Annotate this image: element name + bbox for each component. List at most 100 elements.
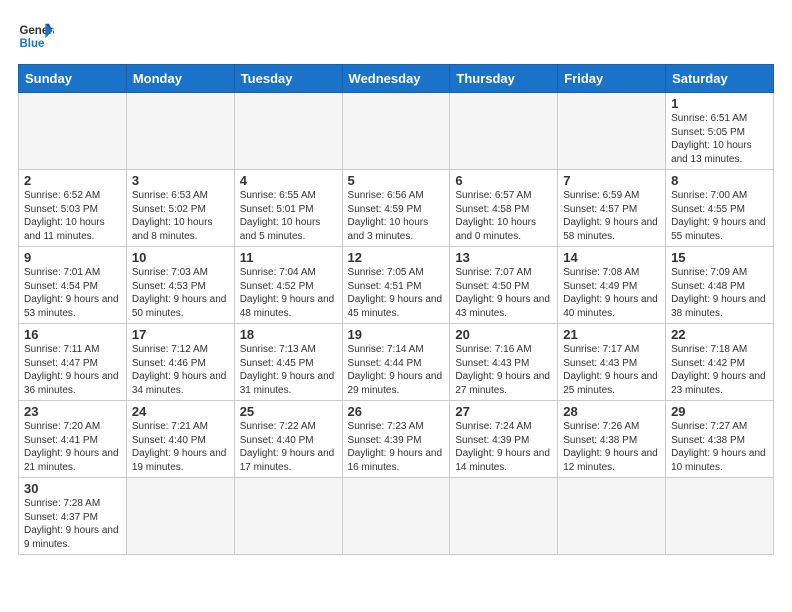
day-info: Sunrise: 7:13 AM Sunset: 4:45 PM Dayligh… <box>240 343 337 397</box>
day-info: Sunrise: 7:21 AM Sunset: 4:40 PM Dayligh… <box>132 420 229 474</box>
day-number: 18 <box>240 327 337 342</box>
day-info: Sunrise: 7:14 AM Sunset: 4:44 PM Dayligh… <box>348 343 445 397</box>
calendar-cell: 5Sunrise: 6:56 AM Sunset: 4:59 PM Daylig… <box>342 170 450 247</box>
calendar-cell: 2Sunrise: 6:52 AM Sunset: 5:03 PM Daylig… <box>19 170 127 247</box>
day-number: 16 <box>24 327 121 342</box>
calendar-cell <box>234 93 342 170</box>
calendar-cell <box>450 478 558 555</box>
day-info: Sunrise: 7:04 AM Sunset: 4:52 PM Dayligh… <box>240 266 337 320</box>
day-number: 5 <box>348 173 445 188</box>
day-number: 25 <box>240 404 337 419</box>
calendar-cell: 18Sunrise: 7:13 AM Sunset: 4:45 PM Dayli… <box>234 324 342 401</box>
calendar-cell: 26Sunrise: 7:23 AM Sunset: 4:39 PM Dayli… <box>342 401 450 478</box>
day-info: Sunrise: 7:12 AM Sunset: 4:46 PM Dayligh… <box>132 343 229 397</box>
day-number: 17 <box>132 327 229 342</box>
calendar-cell: 3Sunrise: 6:53 AM Sunset: 5:02 PM Daylig… <box>126 170 234 247</box>
calendar-cell <box>558 478 666 555</box>
day-info: Sunrise: 7:27 AM Sunset: 4:38 PM Dayligh… <box>671 420 768 474</box>
calendar-cell <box>342 93 450 170</box>
header-saturday: Saturday <box>666 65 774 93</box>
calendar-cell <box>19 93 127 170</box>
calendar-cell <box>342 478 450 555</box>
day-info: Sunrise: 7:08 AM Sunset: 4:49 PM Dayligh… <box>563 266 660 320</box>
day-number: 9 <box>24 250 121 265</box>
calendar-cell <box>666 478 774 555</box>
day-info: Sunrise: 7:17 AM Sunset: 4:43 PM Dayligh… <box>563 343 660 397</box>
day-number: 6 <box>455 173 552 188</box>
calendar-cell: 23Sunrise: 7:20 AM Sunset: 4:41 PM Dayli… <box>19 401 127 478</box>
header-sunday: Sunday <box>19 65 127 93</box>
day-number: 24 <box>132 404 229 419</box>
day-info: Sunrise: 7:23 AM Sunset: 4:39 PM Dayligh… <box>348 420 445 474</box>
day-number: 26 <box>348 404 445 419</box>
calendar-cell <box>126 478 234 555</box>
day-info: Sunrise: 7:16 AM Sunset: 4:43 PM Dayligh… <box>455 343 552 397</box>
calendar-cell: 22Sunrise: 7:18 AM Sunset: 4:42 PM Dayli… <box>666 324 774 401</box>
day-number: 29 <box>671 404 768 419</box>
calendar-cell: 29Sunrise: 7:27 AM Sunset: 4:38 PM Dayli… <box>666 401 774 478</box>
day-number: 12 <box>348 250 445 265</box>
day-number: 30 <box>24 481 121 496</box>
header-monday: Monday <box>126 65 234 93</box>
day-info: Sunrise: 6:52 AM Sunset: 5:03 PM Dayligh… <box>24 189 121 243</box>
calendar-table: Sunday Monday Tuesday Wednesday Thursday… <box>18 64 774 555</box>
day-number: 4 <box>240 173 337 188</box>
calendar-cell: 8Sunrise: 7:00 AM Sunset: 4:55 PM Daylig… <box>666 170 774 247</box>
day-info: Sunrise: 7:05 AM Sunset: 4:51 PM Dayligh… <box>348 266 445 320</box>
day-number: 27 <box>455 404 552 419</box>
day-info: Sunrise: 7:18 AM Sunset: 4:42 PM Dayligh… <box>671 343 768 397</box>
day-info: Sunrise: 6:57 AM Sunset: 4:58 PM Dayligh… <box>455 189 552 243</box>
calendar-cell: 17Sunrise: 7:12 AM Sunset: 4:46 PM Dayli… <box>126 324 234 401</box>
generalblue-logo-icon: General Blue <box>18 18 54 54</box>
calendar-cell: 7Sunrise: 6:59 AM Sunset: 4:57 PM Daylig… <box>558 170 666 247</box>
day-number: 14 <box>563 250 660 265</box>
day-info: Sunrise: 7:11 AM Sunset: 4:47 PM Dayligh… <box>24 343 121 397</box>
day-number: 13 <box>455 250 552 265</box>
calendar-cell: 13Sunrise: 7:07 AM Sunset: 4:50 PM Dayli… <box>450 247 558 324</box>
calendar-cell <box>558 93 666 170</box>
calendar-cell: 16Sunrise: 7:11 AM Sunset: 4:47 PM Dayli… <box>19 324 127 401</box>
calendar-cell: 10Sunrise: 7:03 AM Sunset: 4:53 PM Dayli… <box>126 247 234 324</box>
header-friday: Friday <box>558 65 666 93</box>
calendar-cell <box>126 93 234 170</box>
day-info: Sunrise: 7:01 AM Sunset: 4:54 PM Dayligh… <box>24 266 121 320</box>
day-info: Sunrise: 7:00 AM Sunset: 4:55 PM Dayligh… <box>671 189 768 243</box>
day-info: Sunrise: 7:07 AM Sunset: 4:50 PM Dayligh… <box>455 266 552 320</box>
day-info: Sunrise: 7:26 AM Sunset: 4:38 PM Dayligh… <box>563 420 660 474</box>
calendar-header-row: Sunday Monday Tuesday Wednesday Thursday… <box>19 65 774 93</box>
day-number: 7 <box>563 173 660 188</box>
svg-text:Blue: Blue <box>19 38 45 50</box>
day-info: Sunrise: 7:22 AM Sunset: 4:40 PM Dayligh… <box>240 420 337 474</box>
calendar-cell <box>450 93 558 170</box>
calendar-cell: 27Sunrise: 7:24 AM Sunset: 4:39 PM Dayli… <box>450 401 558 478</box>
calendar-cell: 19Sunrise: 7:14 AM Sunset: 4:44 PM Dayli… <box>342 324 450 401</box>
day-info: Sunrise: 7:28 AM Sunset: 4:37 PM Dayligh… <box>24 497 121 551</box>
page: General Blue Sunday Monday Tuesday Wedne… <box>0 0 792 612</box>
day-info: Sunrise: 7:09 AM Sunset: 4:48 PM Dayligh… <box>671 266 768 320</box>
calendar-cell: 20Sunrise: 7:16 AM Sunset: 4:43 PM Dayli… <box>450 324 558 401</box>
day-number: 19 <box>348 327 445 342</box>
calendar-cell: 9Sunrise: 7:01 AM Sunset: 4:54 PM Daylig… <box>19 247 127 324</box>
calendar-cell <box>234 478 342 555</box>
header: General Blue <box>18 18 774 54</box>
day-number: 8 <box>671 173 768 188</box>
calendar-cell: 11Sunrise: 7:04 AM Sunset: 4:52 PM Dayli… <box>234 247 342 324</box>
calendar-cell: 14Sunrise: 7:08 AM Sunset: 4:49 PM Dayli… <box>558 247 666 324</box>
calendar-cell: 30Sunrise: 7:28 AM Sunset: 4:37 PM Dayli… <box>19 478 127 555</box>
day-number: 15 <box>671 250 768 265</box>
day-info: Sunrise: 6:51 AM Sunset: 5:05 PM Dayligh… <box>671 112 768 166</box>
day-info: Sunrise: 7:03 AM Sunset: 4:53 PM Dayligh… <box>132 266 229 320</box>
calendar-cell: 28Sunrise: 7:26 AM Sunset: 4:38 PM Dayli… <box>558 401 666 478</box>
logo: General Blue <box>18 18 56 54</box>
day-info: Sunrise: 6:55 AM Sunset: 5:01 PM Dayligh… <box>240 189 337 243</box>
calendar-cell: 25Sunrise: 7:22 AM Sunset: 4:40 PM Dayli… <box>234 401 342 478</box>
day-info: Sunrise: 6:59 AM Sunset: 4:57 PM Dayligh… <box>563 189 660 243</box>
day-info: Sunrise: 6:53 AM Sunset: 5:02 PM Dayligh… <box>132 189 229 243</box>
calendar-cell: 1Sunrise: 6:51 AM Sunset: 5:05 PM Daylig… <box>666 93 774 170</box>
calendar-cell: 24Sunrise: 7:21 AM Sunset: 4:40 PM Dayli… <box>126 401 234 478</box>
calendar-cell: 21Sunrise: 7:17 AM Sunset: 4:43 PM Dayli… <box>558 324 666 401</box>
day-number: 22 <box>671 327 768 342</box>
day-info: Sunrise: 7:24 AM Sunset: 4:39 PM Dayligh… <box>455 420 552 474</box>
day-number: 23 <box>24 404 121 419</box>
calendar-cell: 4Sunrise: 6:55 AM Sunset: 5:01 PM Daylig… <box>234 170 342 247</box>
